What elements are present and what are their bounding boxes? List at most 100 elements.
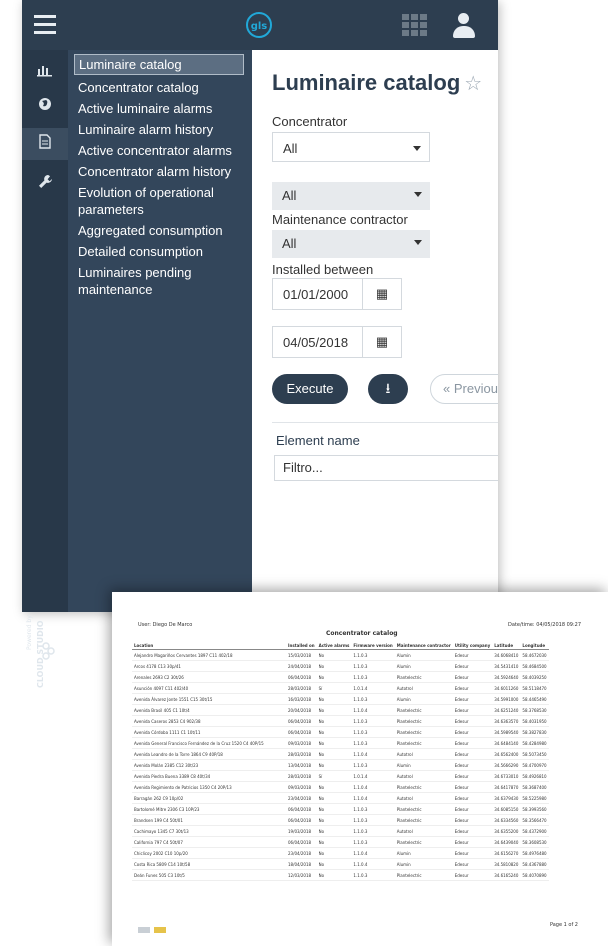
report-row: Avenida Regimiento de Patricios 1350 C4 … <box>132 781 549 793</box>
report-column-header: Active alarms <box>316 642 352 650</box>
report-row: Deán Funes 505 C3 10t/5 12/03/2018 No 1.1.0… <box>132 869 549 881</box>
report-cell: Alumin <box>394 759 453 771</box>
report-cell: Arenales 2693 C2 30t/26 <box>132 671 286 683</box>
report-cell: Plantelectric <box>394 704 453 716</box>
report-row: Avenida Córdoba 1111 C1 10t/11 06/04/2018… <box>132 726 549 738</box>
report-cell: Edesur <box>452 660 493 672</box>
secondary-select[interactable]: All <box>272 182 430 210</box>
report-cell: Plantelectric <box>394 737 453 749</box>
menu-item-detailed-consumption[interactable]: Detailed consumption <box>68 243 252 260</box>
report-cell: Plantelectric <box>394 671 453 683</box>
report-cell: 1.1.0.3 <box>351 671 395 683</box>
report-cell: 58.4700970 <box>520 759 549 771</box>
report-body: Alejandro Magariños Cervantes 1897 C11 4… <box>132 649 549 881</box>
report-row: Cachimayo 1345 C7 30t/13 19/03/2018 No 1.1.… <box>132 825 549 837</box>
report-row: Avenida Álvarez Jonte 1551 C15 30t/15 16/… <box>132 693 549 705</box>
report-cell: No <box>316 803 352 815</box>
apps-grid-icon[interactable] <box>402 14 428 38</box>
report-row: Avenida General Francisco Fernández de l… <box>132 737 549 749</box>
report-cell: 1.1.0.3 <box>351 726 395 738</box>
menu-item-concentrator-catalog[interactable]: Concentrator catalog <box>68 79 252 96</box>
menu-item-luminaires-pending-maintenance[interactable]: Luminaires pending maintenance <box>68 264 252 298</box>
report-cell: Edesur <box>452 847 493 859</box>
page-number: Page 1 of 2 <box>549 922 578 928</box>
report-cell: 15/03/2018 <box>286 649 317 661</box>
report-cell: Edesur <box>452 825 493 837</box>
chevron-down-icon <box>414 240 422 245</box>
report-cell: 1.1.0.3 <box>351 715 395 727</box>
calendar-icon[interactable]: ▦ <box>362 279 401 309</box>
document-icon[interactable] <box>22 128 68 160</box>
execute-button[interactable]: Execute <box>272 374 348 404</box>
report-datetime: Date/time: 04/05/2018 09:27 <box>508 622 582 628</box>
report-cell: Plantelectric <box>394 781 453 793</box>
report-cell: No <box>316 726 352 738</box>
report-cell: Avenida Regimiento de Patricios 1350 C4 … <box>132 781 286 793</box>
date-to-input[interactable]: 04/05/2018 ▦ <box>272 326 402 358</box>
report-cell: Edesur <box>452 803 493 815</box>
report-cell: 06/04/2018 <box>286 726 317 738</box>
report-cell: Costa Rica 5809 C14 10t/58 <box>132 858 286 870</box>
concentrator-label: Concentrator <box>272 114 348 129</box>
menu-item-evolution-parameters[interactable]: Evolution of operational parameters <box>68 184 252 218</box>
report-column-header: Location <box>132 642 286 650</box>
globe-icon[interactable] <box>35 96 55 116</box>
report-cell: 58.4031950 <box>520 715 549 727</box>
report-cell: 58.3608530 <box>520 836 549 848</box>
menu-item-aggregated-consumption[interactable]: Aggregated consumption <box>68 222 252 239</box>
previous-button[interactable]: « Previous <box>430 374 498 404</box>
report-cell: No <box>316 693 352 705</box>
report-cell: 34.6363570 <box>492 715 521 727</box>
maintenance-contractor-select[interactable]: All <box>272 230 430 258</box>
report-cell: 58.4926810 <box>520 770 549 782</box>
wrench-icon[interactable] <box>35 174 55 194</box>
report-cell: 1.1.0.4 <box>351 704 395 716</box>
brand-name: CLOUD STUDIO <box>36 620 45 688</box>
report-cell: 34.6011260 <box>492 682 521 694</box>
report-cell: 34.6562400 <box>492 748 521 760</box>
calendar-icon[interactable]: ▦ <box>362 327 401 357</box>
report-cell: Edesur <box>452 715 493 727</box>
concentrator-select[interactable]: All <box>272 132 430 162</box>
report-column-header: Longitude <box>520 642 549 650</box>
favorite-star-icon[interactable]: ☆ <box>464 73 482 95</box>
bar-chart-icon[interactable] <box>35 62 55 82</box>
date-from-input[interactable]: 01/01/2000 ▦ <box>272 278 402 310</box>
report-cell: 19/03/2018 <box>286 825 317 837</box>
download-button[interactable]: ⭳ <box>368 374 408 404</box>
report-cell: 28/03/2018 <box>286 770 317 782</box>
report-cell: 1.1.0.4 <box>351 781 395 793</box>
report-cell: 1.1.0.3 <box>351 649 395 661</box>
report-cell: 58.4367880 <box>520 858 549 870</box>
report-cell: Alumin <box>394 660 453 672</box>
menu-item-luminaire-catalog[interactable]: Luminaire catalog <box>74 54 244 75</box>
user-avatar-icon[interactable] <box>452 13 476 39</box>
menu-item-luminaire-alarm-history[interactable]: Luminaire alarm history <box>68 121 252 138</box>
maintenance-contractor-label: Maintenance contractor <box>272 212 408 227</box>
report-cell: No <box>316 671 352 683</box>
hamburger-menu-icon[interactable] <box>34 15 56 35</box>
report-cell: 34.5989540 <box>492 726 521 738</box>
menu-item-active-concentrator-alarms[interactable]: Active concentrator alarms <box>68 142 252 159</box>
report-cell: Edesur <box>452 671 493 683</box>
report-cell: 1.1.0.4 <box>351 858 395 870</box>
report-row: Bartolomé Mitre 2306 C3 10P/23 06/04/2018… <box>132 803 549 815</box>
report-cell: Edesur <box>452 770 493 782</box>
report-cell: 1.0.1.4 <box>351 682 395 694</box>
cloud-studio-logo: CLOUD STUDIO <box>36 620 62 714</box>
report-title: Concentrator catalog <box>326 630 398 637</box>
report-cell: Arcos 4178 C13 30p/41 <box>132 660 286 672</box>
report-cell: No <box>316 847 352 859</box>
report-cell: Plantelectric <box>394 715 453 727</box>
report-cell: Avenida Caseros 2853 C4 902/38 <box>132 715 286 727</box>
report-row: California 797 C4 50t/07 06/04/2018 No 1.1.… <box>132 836 549 848</box>
report-cell: 1.1.0.3 <box>351 759 395 771</box>
report-cell: 58.3768530 <box>520 704 549 716</box>
report-cell: 34.6156270 <box>492 847 521 859</box>
report-cell: Avenida Piedra Buena 3389 C8 40t/34 <box>132 770 286 782</box>
menu-item-concentrator-alarm-history[interactable]: Concentrator alarm history <box>68 163 252 180</box>
menu-item-active-luminaire-alarms[interactable]: Active luminaire alarms <box>68 100 252 117</box>
report-cell: Alumin <box>394 858 453 870</box>
element-name-filter-input[interactable]: Filtro... <box>274 455 498 481</box>
report-cell: Plantelectric <box>394 836 453 848</box>
